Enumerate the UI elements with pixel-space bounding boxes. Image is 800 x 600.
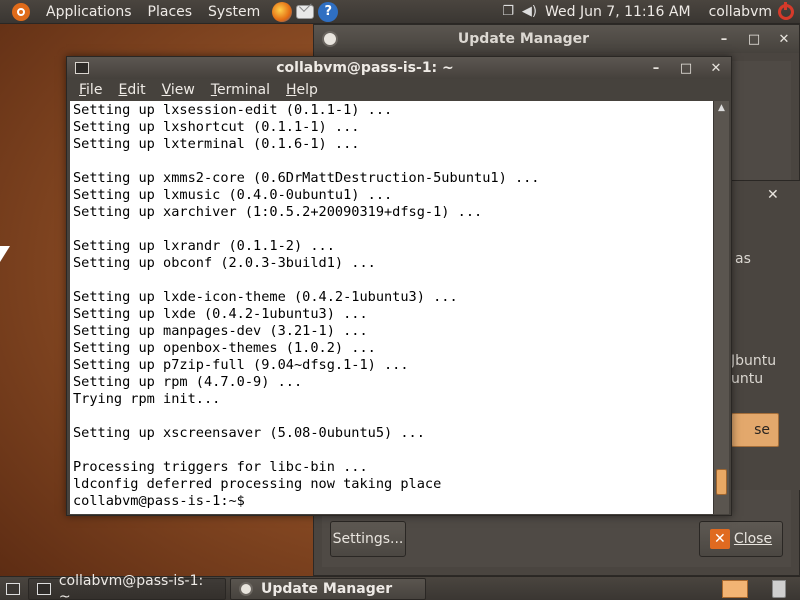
minimize-button[interactable]: – bbox=[709, 32, 739, 47]
mail-icon[interactable] bbox=[296, 4, 315, 19]
dialog-text-fragment: Jbuntu bbox=[731, 353, 777, 369]
taskbar-item-terminal[interactable]: collabvm@pass-is-1: ~ bbox=[28, 573, 226, 600]
taskbar-item-label: Update Manager bbox=[261, 580, 393, 597]
maximize-button[interactable]: □ bbox=[671, 61, 701, 76]
main-menu-bar: Applications Places System ? bbox=[0, 0, 339, 24]
close-icon: ✕ bbox=[709, 529, 730, 549]
window-title: collabvm@pass-is-1: ~ bbox=[276, 60, 454, 76]
top-panel: Applications Places System ? ❐ ◀) Wed Ju… bbox=[0, 0, 800, 24]
terminal-menubar: File Edit View Terminal Help bbox=[67, 79, 731, 101]
terminal-line: Setting up xscreensaver (5.08-0ubuntu5) … bbox=[73, 425, 425, 441]
terminal-line: Trying rpm init... bbox=[73, 391, 221, 407]
update-manager-titlebar[interactable]: Update Manager – □ ✕ bbox=[314, 25, 799, 53]
minimize-button[interactable]: – bbox=[641, 61, 671, 76]
terminal-line: Setting up rpm (4.7.0-9) ... bbox=[73, 374, 303, 390]
show-desktop-icon[interactable] bbox=[6, 582, 20, 595]
dialog-text-fragment: untu bbox=[731, 371, 764, 387]
terminal-line: Setting up openbox-themes (1.0.2) ... bbox=[73, 340, 376, 356]
power-icon[interactable] bbox=[778, 1, 794, 20]
user-menu[interactable]: collabvm bbox=[709, 4, 778, 20]
dialog-text-fragment: as bbox=[735, 251, 751, 267]
volume-icon[interactable]: ◀) bbox=[522, 4, 537, 19]
taskbar-item-label: collabvm@pass-is-1: ~ bbox=[58, 572, 204, 600]
terminal-line: collabvm@pass-is-1:~$ bbox=[73, 493, 254, 509]
maximize-button[interactable]: □ bbox=[739, 32, 769, 47]
terminal-line: Setting up lxshortcut (0.1.1-1) ... bbox=[73, 119, 360, 135]
settings-button-label: Settings... bbox=[332, 531, 404, 547]
terminal-line: Setting up xmms2-core (0.6DrMattDestruct… bbox=[73, 170, 540, 186]
update-manager-icon bbox=[322, 31, 338, 47]
close-button[interactable]: ✕ bbox=[701, 61, 731, 76]
scrollbar-thumb[interactable] bbox=[716, 469, 727, 495]
window-title: Update Manager bbox=[457, 31, 590, 47]
terminal-line: Setting up lxrandr (0.1.1-2) ... bbox=[73, 238, 335, 254]
network-icon[interactable]: ❐ bbox=[502, 4, 514, 19]
trash-icon[interactable] bbox=[772, 579, 786, 598]
menu-applications[interactable]: Applications bbox=[38, 0, 140, 24]
terminal-line: Setting up manpages-dev (3.21-1) ... bbox=[73, 323, 368, 339]
menu-edit[interactable]: Edit bbox=[110, 82, 153, 98]
menu-help[interactable]: Help bbox=[278, 82, 326, 98]
terminal-line: Setting up lxde-icon-theme (0.4.2-1ubunt… bbox=[73, 289, 458, 305]
close-dialog-button[interactable]: ✕ Close bbox=[699, 521, 783, 557]
terminal-output[interactable]: Setting up lxsession-edit (0.1.1-1) ... S… bbox=[70, 101, 713, 514]
taskbar-item-update-manager[interactable]: Update Manager bbox=[230, 577, 426, 600]
terminal-icon bbox=[37, 582, 51, 595]
dialog-button[interactable]: se bbox=[731, 413, 779, 447]
terminal-line: Setting up lxsession-edit (0.1.1-1) ... bbox=[73, 102, 393, 118]
terminal-line: Setting up xarchiver (1:0.5.2+20090319+d… bbox=[73, 204, 483, 220]
terminal-icon bbox=[75, 62, 89, 74]
terminal-line: Processing triggers for libc-bin ... bbox=[73, 459, 368, 475]
terminal-line: Setting up lxde (0.4.2-1ubuntu3) ... bbox=[73, 306, 368, 322]
scroll-up-icon[interactable]: ▲ bbox=[714, 101, 729, 115]
terminal-line: Setting up lxterminal (0.1.6-1) ... bbox=[73, 136, 360, 152]
update-manager-icon bbox=[239, 581, 253, 596]
close-button-label: Close bbox=[733, 531, 773, 547]
menu-terminal[interactable]: Terminal bbox=[203, 82, 278, 98]
firefox-icon[interactable] bbox=[272, 1, 293, 22]
menu-view[interactable]: View bbox=[154, 82, 203, 98]
ubuntu-logo-icon[interactable] bbox=[12, 2, 30, 21]
settings-button[interactable]: Settings... bbox=[330, 521, 406, 557]
menu-file[interactable]: File bbox=[71, 82, 110, 98]
close-button[interactable]: ✕ bbox=[769, 32, 799, 47]
menu-system[interactable]: System bbox=[200, 0, 268, 24]
scrollbar[interactable]: ▲ bbox=[713, 101, 729, 514]
mouse-pointer-icon bbox=[0, 246, 10, 262]
top-panel-tray: ❐ ◀) Wed Jun 7, 11:16 AM collabvm bbox=[502, 0, 800, 24]
dialog-close-icon[interactable]: ✕ bbox=[767, 187, 779, 203]
menu-places[interactable]: Places bbox=[140, 0, 201, 24]
terminal-line: Setting up lxmusic (0.4.0-0ubuntu1) ... bbox=[73, 187, 393, 203]
terminal-line: Setting up p7zip-full (9.04~dfsg.1-1) ..… bbox=[73, 357, 409, 373]
terminal-line: ldconfig deferred processing now taking … bbox=[73, 476, 442, 492]
clock[interactable]: Wed Jun 7, 11:16 AM bbox=[545, 4, 709, 20]
terminal-titlebar[interactable]: collabvm@pass-is-1: ~ – □ ✕ bbox=[67, 57, 731, 79]
terminal-line: Setting up obconf (2.0.3-3build1) ... bbox=[73, 255, 376, 271]
help-icon[interactable]: ? bbox=[318, 1, 339, 22]
bottom-panel: collabvm@pass-is-1: ~ Update Manager bbox=[0, 573, 800, 600]
terminal-window: collabvm@pass-is-1: ~ – □ ✕ File Edit Vi… bbox=[66, 56, 732, 516]
workspace-switcher[interactable] bbox=[722, 579, 748, 598]
hidden-dialog: ✕ as Jbuntu untu se bbox=[726, 180, 800, 490]
